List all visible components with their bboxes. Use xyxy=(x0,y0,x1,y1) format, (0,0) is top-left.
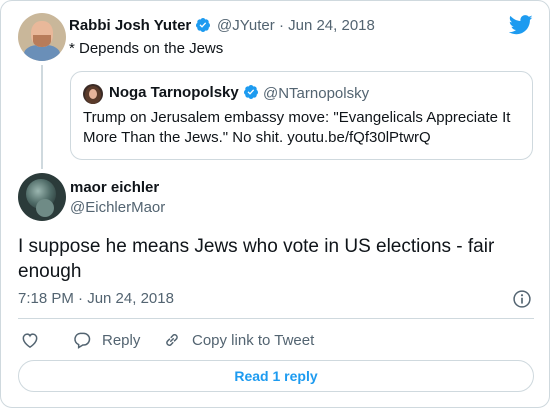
tweet-timestamp[interactable]: 7:18 PM · Jun 24, 2018 xyxy=(18,290,174,307)
main-tweet-text: I suppose he means Jews who vote in US e… xyxy=(18,236,495,282)
quoted-author-name-text: Noga Tarnopolsky xyxy=(109,84,239,101)
parent-tweet-date: Jun 24, 2018 xyxy=(288,17,375,34)
info-icon[interactable] xyxy=(512,289,532,309)
parent-tweet-text: * Depends on the Jews xyxy=(69,40,224,57)
verified-badge-icon xyxy=(243,85,258,99)
like-button[interactable] xyxy=(20,329,40,351)
parent-author-name[interactable]: Rabbi Josh Yuter xyxy=(69,17,211,34)
quoted-author-handle: @NTarnopolsky xyxy=(263,85,370,102)
parent-author-handle: @JYuter xyxy=(217,17,275,34)
quoted-author-name: Noga Tarnopolsky xyxy=(109,84,259,101)
quoted-author-avatar xyxy=(83,84,103,104)
twitter-logo-icon[interactable] xyxy=(509,15,533,35)
heart-icon xyxy=(22,333,38,348)
read-replies-label: Read 1 reply xyxy=(234,368,318,384)
read-replies-button[interactable]: Read 1 reply xyxy=(18,360,534,392)
main-author-avatar[interactable] xyxy=(18,173,66,221)
reply-button[interactable]: Reply xyxy=(72,329,140,351)
copy-link-button[interactable]: Copy link to Tweet xyxy=(162,329,314,351)
main-author-handle[interactable]: @EichlerMaor xyxy=(70,199,165,216)
parent-author-name-text: Rabbi Josh Yuter xyxy=(69,17,192,34)
reply-bubble-icon xyxy=(74,332,91,349)
main-author-name[interactable]: maor eichler xyxy=(70,179,159,196)
link-icon xyxy=(166,334,178,346)
meta-separator: · xyxy=(278,17,284,34)
copy-link-label: Copy link to Tweet xyxy=(192,331,315,349)
reply-label: Reply xyxy=(102,331,141,349)
parent-tweet-meta[interactable]: @JYuter · Jun 24, 2018 xyxy=(217,17,375,34)
verified-badge-icon xyxy=(196,18,211,32)
parent-author-avatar[interactable] xyxy=(18,13,66,61)
actions-divider xyxy=(18,318,534,319)
quoted-tweet-text: Trump on Jerusalem embassy move: "Evange… xyxy=(83,109,511,146)
thread-connector-line xyxy=(41,65,43,169)
quoted-tweet[interactable]: Noga Tarnopolsky @NTarnopolsky Trump on … xyxy=(70,71,533,160)
embedded-tweet-card: Rabbi Josh Yuter @JYuter · Jun 24, 2018 … xyxy=(0,0,550,408)
